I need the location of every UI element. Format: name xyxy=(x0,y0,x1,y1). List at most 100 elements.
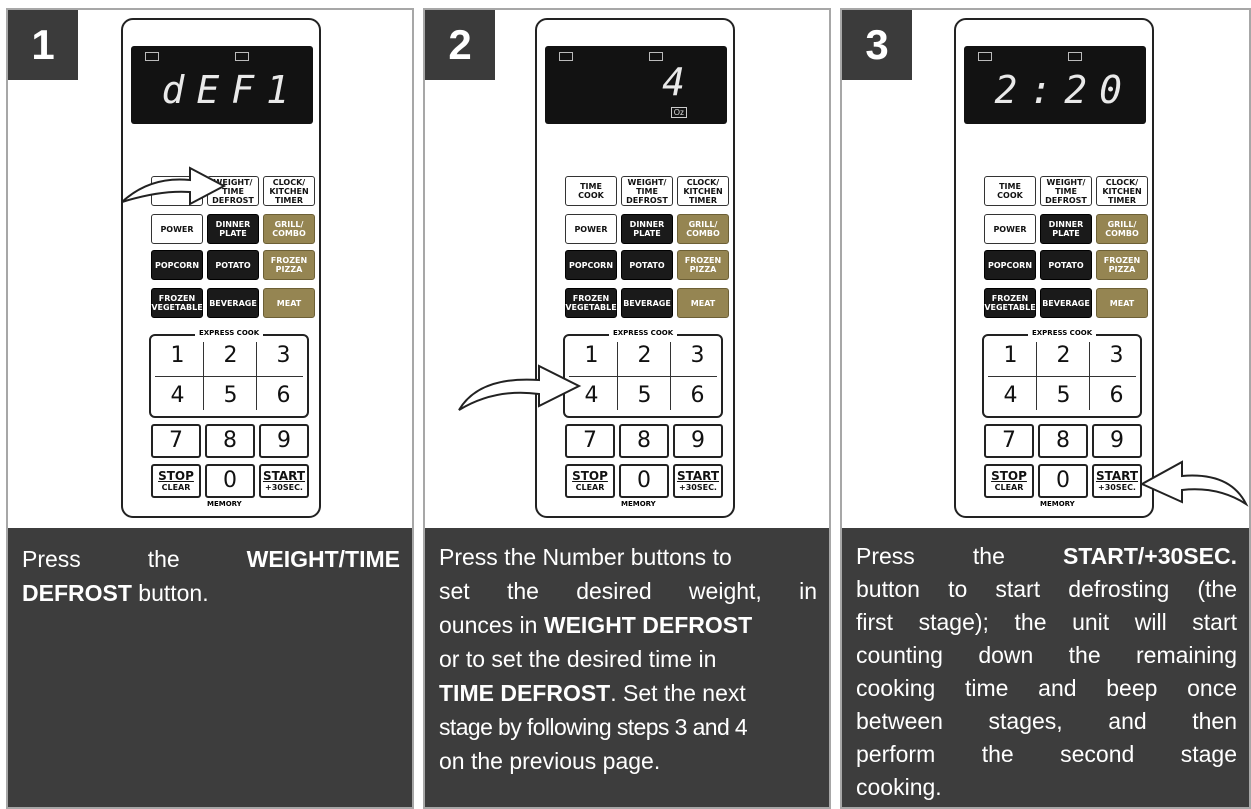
frozen-pizza-button[interactable]: FROZEN PIZZA xyxy=(1096,250,1148,280)
step-caption: Press the START/+30SEC. button to start … xyxy=(842,528,1249,807)
caption-line: between stages, and then xyxy=(856,708,1237,734)
grill-combo-button[interactable]: GRILL/ COMBO xyxy=(677,214,729,244)
digit-6-button[interactable]: 6 xyxy=(1090,376,1143,416)
plus30-label: +30SEC. xyxy=(265,483,303,492)
pointer-arrow-icon xyxy=(458,364,582,411)
potato-button[interactable]: POTATO xyxy=(621,250,673,280)
digit-0-button[interactable]: 0 xyxy=(1038,464,1088,498)
digit-8-button[interactable]: 8 xyxy=(619,424,669,458)
start-label: START xyxy=(1095,469,1139,483)
express-cook-pad: EXPRESS COOK 1 2 3 4 5 6 xyxy=(982,329,1143,418)
caption-line: or to set the desired time in xyxy=(439,646,717,672)
microwave-control-panel: dEF1 WEIGHT/ TIME DEFROST CLOCK/ KITCHEN… xyxy=(121,18,321,518)
popcorn-button[interactable]: POPCORN xyxy=(984,250,1036,280)
digit-7-button[interactable]: 7 xyxy=(984,424,1034,458)
caption-line: stage by following steps 3 and 4 xyxy=(439,714,748,740)
memory-label: MEMORY xyxy=(621,500,656,508)
start-label: START xyxy=(262,469,306,483)
digit-5-button[interactable]: 5 xyxy=(204,376,257,416)
digit-1-button[interactable]: 1 xyxy=(151,336,204,376)
start-30sec-button[interactable]: START +30SEC. xyxy=(259,464,309,498)
power-button[interactable]: POWER xyxy=(565,214,617,244)
digit-9-button[interactable]: 9 xyxy=(673,424,723,458)
microwave-icon xyxy=(559,52,573,61)
digit-4-button[interactable]: 4 xyxy=(984,376,1037,416)
digit-3-button[interactable]: 3 xyxy=(671,336,724,376)
frozen-vegetable-button[interactable]: FROZEN VEGETABLE xyxy=(151,288,203,318)
digit-9-button[interactable]: 9 xyxy=(259,424,309,458)
power-button[interactable]: POWER xyxy=(984,214,1036,244)
frozen-pizza-button[interactable]: FROZEN PIZZA xyxy=(677,250,729,280)
caption-line: cooking time and beep once xyxy=(856,675,1237,701)
frozen-pizza-button[interactable]: FROZEN PIZZA xyxy=(263,250,315,280)
digit-3-button[interactable]: 3 xyxy=(1090,336,1143,376)
weight-time-defrost-button[interactable]: WEIGHT/ TIME DEFROST xyxy=(621,176,673,206)
digit-0-button[interactable]: 0 xyxy=(205,464,255,498)
meat-button[interactable]: MEAT xyxy=(263,288,315,318)
stop-clear-button[interactable]: STOP CLEAR xyxy=(565,464,615,498)
caption-line: Press the Number buttons to xyxy=(439,544,732,570)
digit-4-button[interactable]: 4 xyxy=(151,376,204,416)
grill-combo-button[interactable]: GRILL/ COMBO xyxy=(263,214,315,244)
microwave-icon xyxy=(978,52,992,61)
caption-bold: WEIGHT DEFROST xyxy=(543,612,753,638)
potato-button[interactable]: POTATO xyxy=(1040,250,1092,280)
potato-button[interactable]: POTATO xyxy=(207,250,259,280)
caption-line: on the previous page. xyxy=(439,748,661,774)
step-caption: Press the WEIGHT/TIME DEFROST button. xyxy=(8,528,412,807)
start-30sec-button[interactable]: START +30SEC. xyxy=(673,464,723,498)
caption-text: button. xyxy=(131,580,209,606)
digit-5-button[interactable]: 5 xyxy=(618,376,671,416)
digit-7-button[interactable]: 7 xyxy=(151,424,201,458)
clear-label: CLEAR xyxy=(575,483,605,492)
caption-line: counting down the remaining xyxy=(856,642,1237,668)
frozen-vegetable-button[interactable]: FROZEN VEGETABLE xyxy=(565,288,617,318)
dinner-plate-button[interactable]: DINNER PLATE xyxy=(207,214,259,244)
digit-7-button[interactable]: 7 xyxy=(565,424,615,458)
dinner-plate-button[interactable]: DINNER PLATE xyxy=(1040,214,1092,244)
digit-6-button[interactable]: 6 xyxy=(671,376,724,416)
frozen-vegetable-button[interactable]: FROZEN VEGETABLE xyxy=(984,288,1036,318)
defrost-icon xyxy=(649,52,663,61)
pointer-arrow-icon xyxy=(121,166,227,206)
popcorn-button[interactable]: POPCORN xyxy=(151,250,203,280)
clock-kitchen-timer-button[interactable]: CLOCK/ KITCHEN TIMER xyxy=(677,176,729,206)
digit-2-button[interactable]: 2 xyxy=(1037,336,1090,376)
digit-8-button[interactable]: 8 xyxy=(205,424,255,458)
grill-combo-button[interactable]: GRILL/ COMBO xyxy=(1096,214,1148,244)
time-cook-button[interactable]: TIME COOK xyxy=(984,176,1036,206)
time-cook-button[interactable]: TIME COOK xyxy=(565,176,617,206)
digit-5-button[interactable]: 5 xyxy=(1037,376,1090,416)
step-2-panel: 4 Oz TIME COOK WEIGHT/ TIME DEFROST CLOC… xyxy=(423,8,831,809)
beverage-button[interactable]: BEVERAGE xyxy=(621,288,673,318)
clock-kitchen-timer-button[interactable]: CLOCK/ KITCHEN TIMER xyxy=(263,176,315,206)
microwave-control-panel: 2:20 TIME COOK WEIGHT/ TIME DEFROST CLOC… xyxy=(954,18,1154,518)
digit-1-button[interactable]: 1 xyxy=(984,336,1037,376)
popcorn-button[interactable]: POPCORN xyxy=(565,250,617,280)
meat-button[interactable]: MEAT xyxy=(1096,288,1148,318)
digit-8-button[interactable]: 8 xyxy=(1038,424,1088,458)
digit-6-button[interactable]: 6 xyxy=(257,376,310,416)
start-30sec-button[interactable]: START +30SEC. xyxy=(1092,464,1142,498)
stop-clear-button[interactable]: STOP CLEAR xyxy=(151,464,201,498)
digit-0-button[interactable]: 0 xyxy=(619,464,669,498)
caption-line: perform the second stage xyxy=(856,741,1237,767)
digit-2-button[interactable]: 2 xyxy=(204,336,257,376)
beverage-button[interactable]: BEVERAGE xyxy=(207,288,259,318)
stop-label: STOP xyxy=(572,469,608,483)
clock-kitchen-timer-button[interactable]: CLOCK/ KITCHEN TIMER xyxy=(1096,176,1148,206)
step-number: 2 xyxy=(425,10,495,80)
weight-time-defrost-button[interactable]: WEIGHT/ TIME DEFROST xyxy=(1040,176,1092,206)
digit-9-button[interactable]: 9 xyxy=(1092,424,1142,458)
stop-clear-button[interactable]: STOP CLEAR xyxy=(984,464,1034,498)
clear-label: CLEAR xyxy=(994,483,1024,492)
display: 2:20 xyxy=(964,46,1146,124)
pointer-arrow-icon xyxy=(1139,460,1249,507)
meat-button[interactable]: MEAT xyxy=(677,288,729,318)
digit-3-button[interactable]: 3 xyxy=(257,336,310,376)
dinner-plate-button[interactable]: DINNER PLATE xyxy=(621,214,673,244)
power-button[interactable]: POWER xyxy=(151,214,203,244)
caption-line: cooking. xyxy=(856,774,942,800)
digit-2-button[interactable]: 2 xyxy=(618,336,671,376)
beverage-button[interactable]: BEVERAGE xyxy=(1040,288,1092,318)
